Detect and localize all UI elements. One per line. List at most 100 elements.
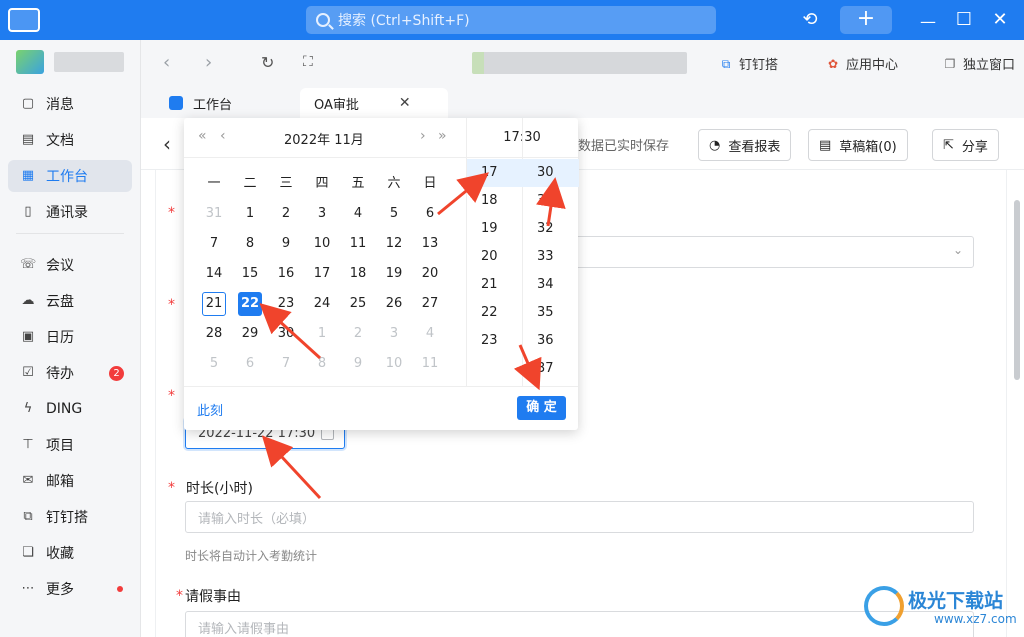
sidebar-item-dingdingda[interactable]: ⧉ 钉钉搭	[8, 501, 132, 533]
minute-option[interactable]: 36	[523, 327, 579, 355]
sidebar-item-project[interactable]: ⊤ 项目	[8, 429, 132, 461]
drafts-button[interactable]: ▤ 草稿箱(0)	[808, 129, 908, 161]
sidebar-item-phone[interactable]: ☏ 会议	[8, 249, 132, 281]
user-profile[interactable]	[16, 50, 124, 78]
minute-option[interactable]: 35	[523, 299, 579, 327]
calendar-day[interactable]: 5	[202, 352, 226, 376]
sidebar-item-doc[interactable]: ▤ 文档	[8, 124, 132, 156]
calendar-day[interactable]: 2	[346, 322, 370, 346]
sidebar-item-bolt[interactable]: ϟ DING	[8, 393, 132, 425]
prev-month-icon[interactable]: ‹	[220, 128, 226, 144]
selected-hour[interactable]: 17	[467, 159, 523, 187]
calendar-day[interactable]: 31	[202, 202, 226, 226]
minute-option[interactable]: 37	[523, 355, 579, 379]
calendar-day[interactable]: 2	[274, 202, 298, 226]
sidebar-item-more[interactable]: ⋯ 更多	[8, 573, 132, 605]
share-button[interactable]: ⇱ 分享	[932, 129, 999, 161]
calendar-day[interactable]: 19	[382, 262, 406, 286]
fullscreen-icon[interactable]: ⛶	[303, 54, 313, 70]
calendar-day[interactable]: 11	[346, 232, 370, 256]
dingdingda-link[interactable]: ⧉ 钉钉搭	[719, 54, 778, 74]
standalone-window-link[interactable]: ❐ 独立窗口	[943, 54, 1015, 74]
hour-option[interactable]: 23	[467, 327, 523, 355]
sidebar-item-contacts[interactable]: ▯ 通讯录	[8, 196, 132, 228]
calendar-day[interactable]: 10	[382, 352, 406, 376]
calendar-day[interactable]: 12	[382, 232, 406, 256]
tab-oa-approval[interactable]: OA审批 ✕	[300, 88, 448, 118]
calendar-day[interactable]: 26	[382, 292, 406, 316]
calendar-day[interactable]: 8	[310, 352, 334, 376]
calendar-day[interactable]: 17	[310, 262, 334, 286]
calendar-day[interactable]: 1	[310, 322, 334, 346]
sidebar-item-message[interactable]: ▢ 消息	[8, 88, 132, 120]
calendar-day[interactable]: 29	[238, 322, 262, 346]
calendar-day[interactable]: 6	[238, 352, 262, 376]
back-icon[interactable]: ‹	[163, 132, 171, 156]
minute-option[interactable]: 31	[523, 187, 579, 215]
refresh-icon[interactable]: ↻	[261, 53, 274, 72]
minute-option[interactable]: 34	[523, 271, 579, 299]
app-center-link[interactable]: ✿ 应用中心	[826, 54, 898, 74]
minute-option[interactable]: 32	[523, 215, 579, 243]
leave-type-select[interactable]: ⌄	[560, 236, 974, 268]
duration-input[interactable]: 请输入时长（必填）	[185, 501, 974, 533]
calendar-day[interactable]: 9	[346, 352, 370, 376]
forward-nav-icon[interactable]: ›	[205, 52, 212, 73]
calendar-day[interactable]: 23	[274, 292, 298, 316]
calendar-day[interactable]: 3	[382, 322, 406, 346]
calendar-day[interactable]: 18	[346, 262, 370, 286]
calendar-day[interactable]: 11	[418, 352, 442, 376]
minimize-button[interactable]: —	[916, 10, 940, 34]
sidebar-item-cloud[interactable]: ☁ 云盘	[8, 285, 132, 317]
calendar-day[interactable]: 30	[274, 322, 298, 346]
tab-workbench[interactable]: 工作台	[155, 88, 246, 118]
calendar-day[interactable]: 7	[202, 232, 226, 256]
close-window-button[interactable]: ✕	[988, 8, 1012, 32]
hour-option[interactable]: 21	[467, 271, 523, 299]
calendar-day[interactable]: 15	[238, 262, 262, 286]
calendar-day[interactable]: 1	[238, 202, 262, 226]
selected-minute[interactable]: 30	[523, 159, 579, 187]
sidebar-item-grid[interactable]: ▦ 工作台	[8, 160, 132, 192]
calendar-day[interactable]: 4	[346, 202, 370, 226]
minute-option[interactable]: 33	[523, 243, 579, 271]
history-icon[interactable]: ⟲	[798, 8, 822, 32]
calendar-day[interactable]: 3	[310, 202, 334, 226]
hour-option[interactable]: 19	[467, 215, 523, 243]
calendar-day[interactable]: 9	[274, 232, 298, 256]
calendar-day[interactable]: 13	[418, 232, 442, 256]
calendar-day[interactable]: 25	[346, 292, 370, 316]
scrollbar[interactable]	[1014, 200, 1020, 380]
calendar-day[interactable]: 14	[202, 262, 226, 286]
hour-option[interactable]: 20	[467, 243, 523, 271]
sidebar-item-favorite[interactable]: ❏ 收藏	[8, 537, 132, 569]
calendar-day[interactable]: 28	[202, 322, 226, 346]
calendar-day[interactable]: 21	[202, 292, 226, 316]
calendar-day[interactable]: 4	[418, 322, 442, 346]
sidebar-item-calendar[interactable]: ▣ 日历	[8, 321, 132, 353]
calendar-day[interactable]: 6	[418, 202, 442, 226]
prev-year-icon[interactable]: «	[198, 128, 207, 144]
calendar-day[interactable]: 10	[310, 232, 334, 256]
sidebar-item-mail[interactable]: ✉ 邮箱	[8, 465, 132, 497]
calendar-day[interactable]: 27	[418, 292, 442, 316]
calendar-day[interactable]: 7	[274, 352, 298, 376]
confirm-button[interactable]: 确 定	[517, 396, 566, 420]
view-report-button[interactable]: ◔ 查看报表	[698, 129, 792, 161]
calendar-day[interactable]: 20	[418, 262, 442, 286]
calendar-day[interactable]: 8	[238, 232, 262, 256]
next-year-icon[interactable]: »	[438, 128, 447, 144]
selected-day[interactable]: 22	[238, 292, 262, 316]
calendar-day[interactable]: 24	[310, 292, 334, 316]
calendar-day[interactable]: 5	[382, 202, 406, 226]
hour-option[interactable]: 22	[467, 299, 523, 327]
back-nav-icon[interactable]: ‹	[163, 52, 170, 73]
calendar-day[interactable]: 16	[274, 262, 298, 286]
add-button[interactable]: +	[840, 6, 892, 34]
next-month-icon[interactable]: ›	[420, 128, 426, 144]
now-link[interactable]: 此刻	[197, 400, 223, 419]
hour-option[interactable]: 18	[467, 187, 523, 215]
close-icon[interactable]: ✕	[399, 95, 411, 111]
maximize-button[interactable]: ☐	[952, 8, 976, 32]
global-search[interactable]: 搜索 (Ctrl+Shift+F)	[306, 6, 716, 34]
